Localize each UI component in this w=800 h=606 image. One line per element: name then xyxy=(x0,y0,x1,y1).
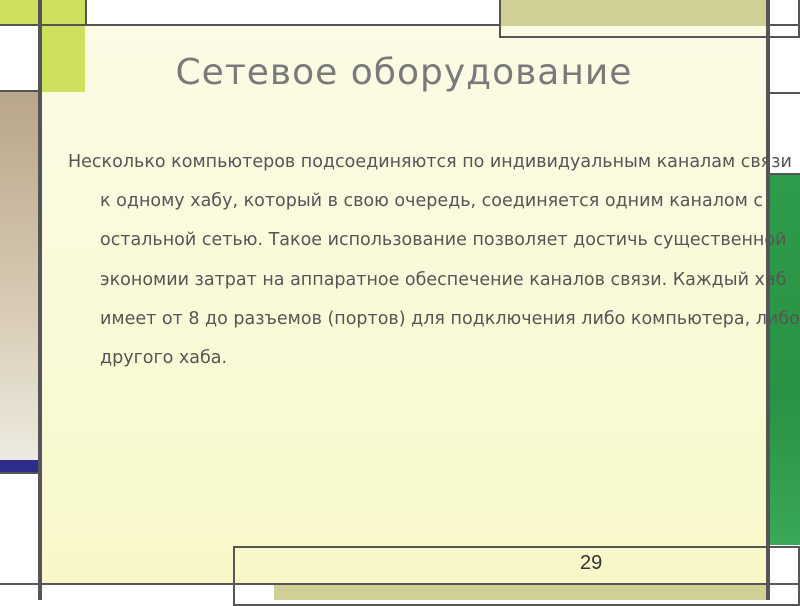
decor-tan-block-left xyxy=(0,92,38,460)
divider-left-upper-horizontal xyxy=(0,90,42,92)
decor-outline-top xyxy=(499,0,800,38)
divider-right-top-horizontal xyxy=(766,24,800,26)
divider-right-mid-horizontal xyxy=(766,92,800,94)
divider-bottom-horizontal xyxy=(0,583,800,585)
decor-green-block-top-left xyxy=(0,0,85,26)
slide-title: Сетевое оборудование xyxy=(175,52,633,93)
page-number: 29 xyxy=(580,552,603,574)
divider-left-lower-horizontal xyxy=(0,472,42,474)
divider-top-left-vertical xyxy=(85,0,87,26)
divider-top-horizontal xyxy=(0,24,500,26)
decor-navy-stripe xyxy=(0,460,38,472)
decor-outline-bottom xyxy=(233,546,800,606)
slide-body-text: Несколько компьютеров подсоединяются по … xyxy=(68,152,800,369)
